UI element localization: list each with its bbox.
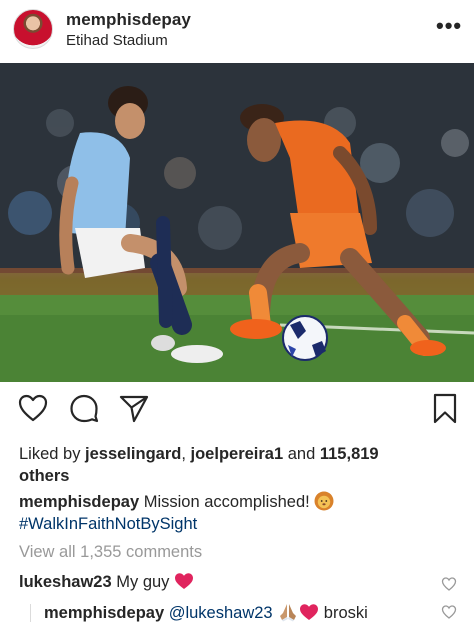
reply-text: broski: [323, 604, 368, 622]
liked-by-user-1[interactable]: jesselingard: [85, 445, 181, 463]
view-all-comments-link[interactable]: View all 1,355 comments: [19, 543, 202, 562]
football: [282, 315, 328, 361]
reply-mention[interactable]: @lukeshaw23: [169, 604, 273, 622]
avatar[interactable]: [13, 9, 53, 49]
post-photo[interactable]: [0, 63, 474, 382]
reply-like-heart-icon[interactable]: [441, 604, 457, 620]
paper-plane-icon[interactable]: [118, 392, 150, 424]
speech-bubble-icon[interactable]: [68, 392, 100, 424]
caption-text: Mission accomplished!: [143, 493, 310, 511]
bookmark-icon[interactable]: [429, 392, 461, 424]
red-heart-emoji-icon: [175, 573, 194, 589]
likes-prefix: Liked by: [19, 445, 86, 463]
reply-thread-line: [30, 604, 31, 622]
reply-item: memphisdepay @lukeshaw23 broski: [44, 602, 368, 623]
lion-emoji-icon: [314, 491, 334, 511]
more-options-icon[interactable]: •••: [436, 15, 462, 37]
comment-username[interactable]: lukeshaw23: [19, 573, 112, 591]
post-header: memphisdepay Etihad Stadium •••: [0, 0, 474, 62]
comment-item: lukeshaw23 My guy: [19, 572, 194, 592]
praying-hands-emoji-icon: [280, 604, 297, 622]
likes-summary[interactable]: Liked by jesselingard, joelpereira1 and …: [19, 443, 459, 487]
caption-username[interactable]: memphisdepay: [19, 493, 139, 511]
comment-like-heart-icon[interactable]: [441, 576, 457, 592]
action-bar: [0, 392, 474, 432]
heart-outline-icon[interactable]: [17, 392, 49, 424]
red-heart-emoji-icon: [300, 604, 319, 620]
post-caption: memphisdepay Mission accomplished! #Walk…: [19, 491, 459, 535]
likes-separator: ,: [181, 445, 191, 463]
reply-username[interactable]: memphisdepay: [44, 604, 164, 622]
comment-text: My guy: [116, 573, 170, 591]
likes-others[interactable]: others: [19, 467, 69, 485]
likes-and: and: [283, 445, 320, 463]
football-photo-illustration: [0, 63, 474, 382]
post-username[interactable]: memphisdepay: [66, 10, 191, 30]
likes-count[interactable]: 115,819: [320, 445, 379, 463]
caption-hashtag[interactable]: #WalkInFaithNotBySight: [19, 515, 197, 533]
liked-by-user-2[interactable]: joelpereira1: [191, 445, 284, 463]
post-location[interactable]: Etihad Stadium: [66, 32, 168, 49]
